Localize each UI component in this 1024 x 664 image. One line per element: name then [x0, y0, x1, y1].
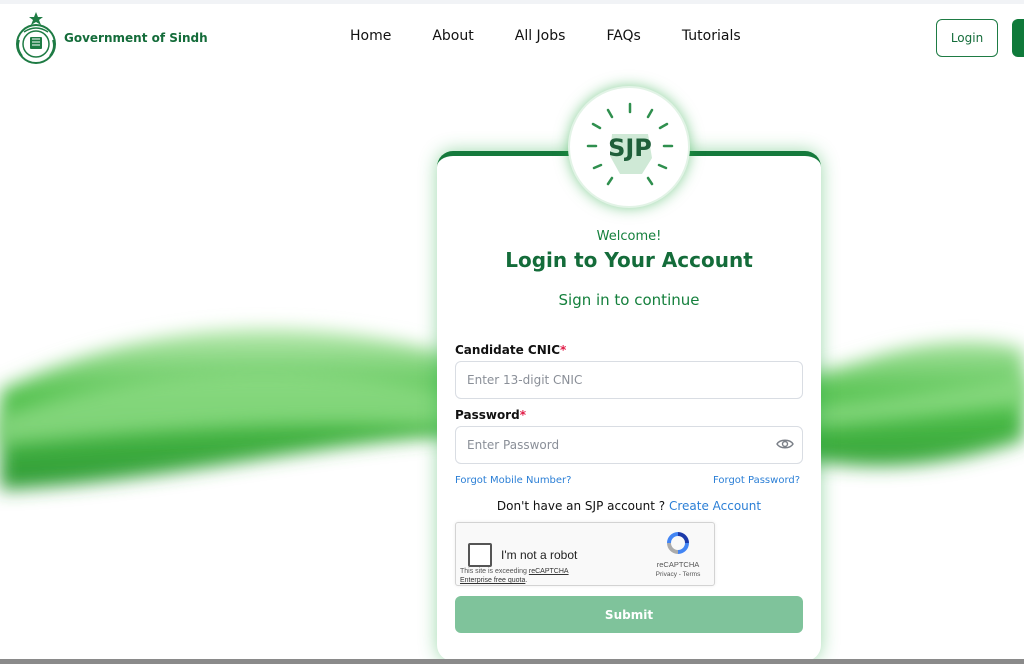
nav-home[interactable]: Home: [350, 28, 391, 44]
password-label: Password*: [455, 408, 526, 422]
sjp-logo: SJP: [568, 86, 690, 208]
forgot-mobile-link[interactable]: Forgot Mobile Number?: [455, 475, 571, 486]
recaptcha-notice-prefix: This site is exceeding: [460, 568, 527, 575]
cnic-label: Candidate CNIC*: [455, 343, 566, 357]
required-mark: *: [560, 343, 567, 357]
recaptcha-terms[interactable]: Privacy - Terms: [640, 571, 716, 578]
recaptcha-brand: reCAPTCHA: [656, 560, 700, 569]
eye-icon[interactable]: [776, 437, 794, 451]
recaptcha-icon: [667, 532, 689, 554]
welcome-text: Welcome!: [596, 229, 662, 244]
submit-button[interactable]: Submit: [455, 596, 803, 633]
brand-name: Government of Sindh: [64, 31, 208, 45]
header-login-button[interactable]: Login: [936, 19, 998, 57]
header-register-button[interactable]: [1012, 19, 1024, 57]
create-account-link[interactable]: Create Account: [669, 499, 761, 513]
cnic-label-text: Candidate CNIC: [455, 343, 561, 357]
recaptcha-checkbox[interactable]: [468, 543, 492, 567]
password-input[interactable]: [455, 426, 803, 464]
recaptcha-label: I'm not a robot: [501, 548, 578, 562]
horizontal-scrollbar[interactable]: [0, 659, 1024, 664]
forgot-password-link[interactable]: Forgot Password?: [713, 475, 800, 486]
create-account-row: Don't have an SJP account ? Create Accou…: [437, 499, 821, 513]
page-subtitle: Sign in to continue: [558, 291, 700, 309]
nav-about[interactable]: About: [432, 28, 473, 44]
recaptcha-notice-suffix: .: [525, 577, 528, 584]
sjp-logo-icon: SJP: [580, 98, 680, 198]
nav-all-jobs[interactable]: All Jobs: [515, 28, 566, 44]
brand[interactable]: Government of Sindh: [12, 10, 208, 66]
nav-tutorials[interactable]: Tutorials: [682, 28, 741, 44]
cnic-input[interactable]: [455, 361, 803, 399]
page-title: Login to Your Account: [505, 248, 753, 272]
site-header: Government of Sindh Home About All Jobs …: [0, 4, 1024, 70]
password-label-text: Password: [455, 408, 520, 422]
sjp-logo-text: SJP: [608, 134, 652, 162]
nav-faqs[interactable]: FAQs: [606, 28, 640, 44]
recaptcha-widget: I'm not a robot This site is exceeding r…: [455, 522, 715, 586]
recaptcha-notice: This site is exceeding reCAPTCHA Enterpr…: [460, 567, 600, 585]
sindh-emblem-icon: [12, 10, 60, 66]
main-nav: Home About All Jobs FAQs Tutorials: [350, 28, 782, 44]
required-mark: *: [519, 408, 526, 422]
no-account-text: Don't have an SJP account ?: [496, 499, 666, 513]
